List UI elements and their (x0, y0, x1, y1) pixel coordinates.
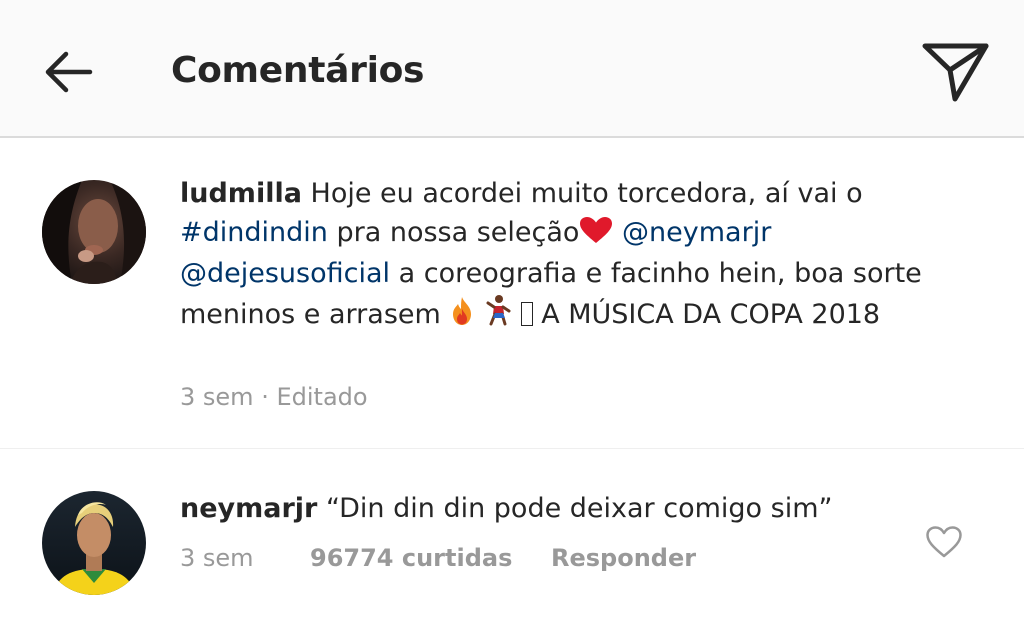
page-title: Comentários (171, 50, 425, 91)
arrow-left-icon (45, 51, 93, 93)
header-bar: Comentários (0, 0, 1024, 138)
caption-text-1: Hoje eu acordei muito torcedora, aí vai … (310, 178, 863, 209)
caption-text-2: pra nossa seleção (336, 216, 580, 248)
comment-body: “Din din din pode deixar comigo sim” (325, 493, 833, 524)
missing-glyph-icon (520, 301, 533, 326)
caption-time: 3 sem (180, 383, 254, 411)
divider (0, 448, 1024, 449)
caption-text-4: A MÚSICA DA COPA 2018 (541, 298, 881, 330)
dancer-emoji-icon (484, 294, 512, 338)
share-button[interactable] (918, 36, 992, 106)
edited-label: Editado (276, 383, 368, 411)
comment-text: neymarjr “Din din din pode deixar comigo… (180, 490, 833, 528)
comment-time: 3 sem (180, 544, 254, 572)
caption-text: ludmilla Hoje eu acordei muito torcedora… (180, 175, 960, 337)
comment-username[interactable]: neymarjr (180, 493, 317, 524)
meta-separator: · (261, 383, 269, 411)
heart-emoji-icon (579, 216, 613, 256)
hashtag-link[interactable]: #dindindin (180, 217, 328, 248)
likes-count[interactable]: 96774 curtidas (310, 542, 512, 574)
mention-dejesusoficial[interactable]: @dejesusoficial (180, 258, 390, 289)
like-button[interactable] (922, 520, 966, 564)
reply-button[interactable]: Responder (551, 542, 696, 574)
profile-photo-ludmilla (42, 180, 146, 284)
back-button[interactable] (36, 40, 100, 104)
fire-emoji-icon (449, 296, 475, 338)
heart-icon (926, 526, 962, 558)
avatar-ludmilla[interactable] (42, 180, 146, 284)
mention-neymarjr[interactable]: @neymarjr (622, 217, 771, 248)
avatar-neymarjr[interactable] (42, 491, 146, 595)
paper-plane-icon (922, 43, 989, 102)
caption-meta: 3 sem · Editado (180, 381, 368, 413)
caption-username[interactable]: ludmilla (180, 178, 302, 209)
profile-photo-neymarjr (42, 491, 146, 595)
